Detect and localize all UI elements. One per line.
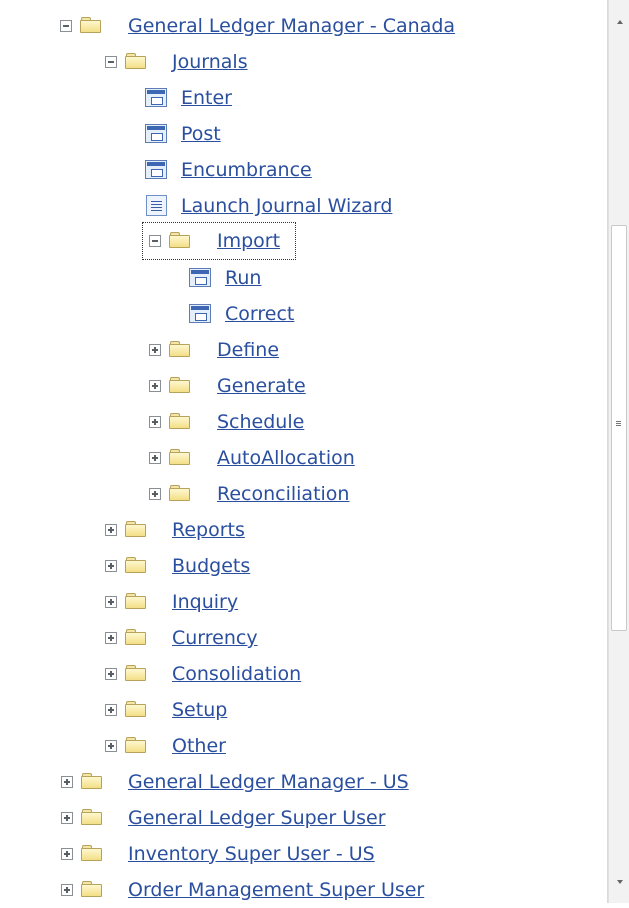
tree-link-correct[interactable]: Correct	[225, 296, 294, 332]
folder-icon	[81, 809, 102, 825]
expand-icon[interactable]	[149, 452, 161, 464]
tree-link-launch-journal-wizard[interactable]: Launch Journal Wizard	[181, 188, 392, 224]
tree-link-define[interactable]: Define	[217, 332, 279, 368]
tree-link-setup[interactable]: Setup	[172, 692, 227, 728]
folder-icon	[125, 53, 146, 69]
expand-icon[interactable]	[105, 560, 117, 572]
tree-link-general-ledger-manager-canada[interactable]: General Ledger Manager - Canada	[128, 8, 455, 44]
tree-link-post[interactable]: Post	[181, 116, 221, 152]
collapse-icon[interactable]	[149, 235, 161, 247]
form-icon	[189, 268, 211, 287]
scrollbar-thumb[interactable]	[611, 225, 627, 631]
form-icon	[145, 160, 167, 179]
form-icon	[189, 304, 211, 323]
collapse-icon[interactable]	[105, 56, 117, 68]
expand-icon[interactable]	[105, 668, 117, 680]
folder-icon	[125, 701, 146, 717]
folder-icon	[80, 17, 101, 33]
folder-icon	[81, 845, 102, 861]
form-icon	[145, 88, 167, 107]
tree-link-encumbrance[interactable]: Encumbrance	[181, 152, 312, 188]
tree-link-general-ledger-super-user[interactable]: General Ledger Super User	[128, 800, 386, 836]
folder-icon	[169, 485, 190, 501]
tree-link-reconciliation[interactable]: Reconciliation	[217, 476, 349, 512]
folder-icon	[169, 341, 190, 357]
folder-icon	[169, 449, 190, 465]
folder-icon	[81, 881, 102, 897]
folder-icon	[125, 737, 146, 753]
folder-icon	[125, 629, 146, 645]
expand-icon[interactable]	[149, 488, 161, 500]
expand-icon[interactable]	[61, 776, 73, 788]
navigator-tree-panel: General Ledger Manager - Canada Journals…	[0, 0, 608, 903]
tree-link-generate[interactable]: Generate	[217, 368, 306, 404]
tree-link-currency[interactable]: Currency	[172, 620, 258, 656]
tree-link-inventory-super-user-us[interactable]: Inventory Super User - US	[128, 836, 375, 872]
tree-link-consolidation[interactable]: Consolidation	[172, 656, 301, 692]
grip-icon	[616, 421, 621, 422]
expand-icon[interactable]	[105, 704, 117, 716]
expand-icon[interactable]	[149, 380, 161, 392]
tree-link-budgets[interactable]: Budgets	[172, 548, 250, 584]
expand-icon[interactable]	[149, 344, 161, 356]
tree-link-journals[interactable]: Journals	[172, 44, 248, 80]
tree-link-schedule[interactable]: Schedule	[217, 404, 304, 440]
scroll-up-arrow-icon[interactable]	[617, 20, 623, 24]
folder-icon	[169, 377, 190, 393]
expand-icon[interactable]	[105, 596, 117, 608]
folder-icon	[169, 413, 190, 429]
expand-icon[interactable]	[105, 524, 117, 536]
tree-link-reports[interactable]: Reports	[172, 512, 245, 548]
tree-link-general-ledger-manager-us[interactable]: General Ledger Manager - US	[128, 764, 409, 800]
folder-icon	[169, 232, 190, 248]
expand-icon[interactable]	[61, 812, 73, 824]
tree-link-autoallocation[interactable]: AutoAllocation	[217, 440, 355, 476]
tree-link-import[interactable]: Import	[217, 223, 280, 259]
expand-icon[interactable]	[105, 740, 117, 752]
expand-icon[interactable]	[149, 416, 161, 428]
folder-icon	[125, 665, 146, 681]
tree-link-run[interactable]: Run	[225, 260, 261, 296]
vertical-scrollbar[interactable]	[608, 0, 629, 903]
document-list-icon	[146, 195, 167, 216]
folder-icon	[125, 557, 146, 573]
tree-link-inquiry[interactable]: Inquiry	[172, 584, 238, 620]
expand-icon[interactable]	[105, 632, 117, 644]
expand-icon[interactable]	[61, 848, 73, 860]
folder-icon	[125, 593, 146, 609]
expand-icon[interactable]	[61, 884, 73, 896]
folder-icon	[81, 773, 102, 789]
folder-icon	[125, 521, 146, 537]
tree-node-import: Import	[142, 222, 296, 260]
tree-link-other[interactable]: Other	[172, 728, 226, 764]
collapse-icon[interactable]	[60, 20, 72, 32]
tree-link-enter[interactable]: Enter	[181, 80, 232, 116]
scroll-down-arrow-icon[interactable]	[617, 880, 623, 884]
form-icon	[145, 124, 167, 143]
